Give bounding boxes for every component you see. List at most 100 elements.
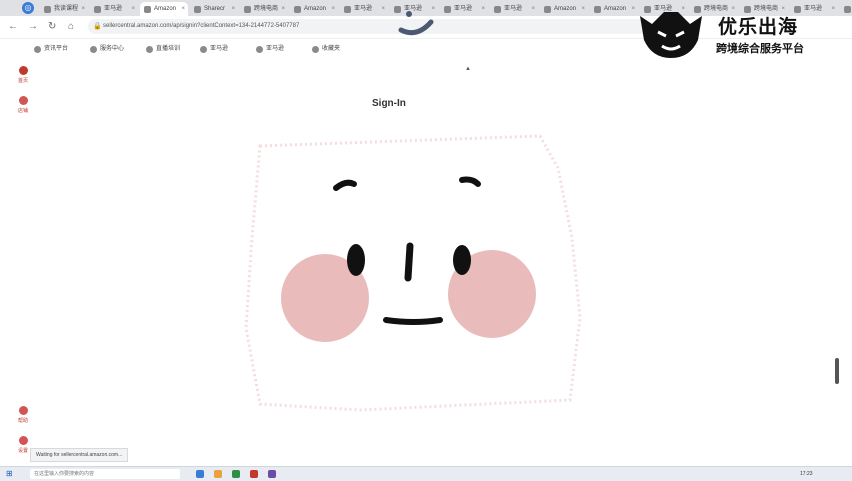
tab-4[interactable]: 跨境电商 × bbox=[240, 2, 288, 16]
os-taskbar: ⊞ 在这里输入你要搜索的内容 17:23 bbox=[0, 466, 852, 481]
bookmark-favicon-icon bbox=[256, 46, 263, 53]
bookmark-favicon-icon bbox=[34, 46, 41, 53]
bookmark-favicon-icon bbox=[200, 46, 207, 53]
lock-icon: 🔒 bbox=[93, 23, 102, 30]
tab-close-icon[interactable]: × bbox=[531, 2, 535, 16]
app-taskbar-icon[interactable] bbox=[250, 470, 258, 478]
tab-label: 亚马逊 bbox=[804, 6, 823, 12]
scrollbar-thumb[interactable] bbox=[835, 358, 839, 384]
tab-favicon-icon bbox=[94, 6, 101, 13]
bookmark-label: 资讯平台 bbox=[44, 46, 69, 52]
tab-close-icon[interactable]: × bbox=[781, 2, 785, 16]
tab-3[interactable]: Sharecr × bbox=[190, 2, 238, 16]
tab-label: 亚马逊 bbox=[504, 6, 523, 12]
tab-14[interactable]: 跨境电商 × bbox=[740, 2, 788, 16]
tab-close-icon[interactable]: × bbox=[81, 2, 85, 16]
page-content: ▲ Sign-In bbox=[0, 58, 852, 460]
tab-close-icon[interactable]: × bbox=[181, 2, 185, 16]
tab-9[interactable]: 亚马逊 × bbox=[490, 2, 538, 16]
tab-label: Amazon bbox=[154, 6, 177, 12]
bookmark-item[interactable]: 亚马逊 bbox=[200, 44, 228, 54]
tab-favicon-icon bbox=[244, 6, 251, 13]
status-bubble: Waiting for sellercentral.amazon.com... bbox=[30, 448, 129, 462]
bookmark-label: 收藏夹 bbox=[322, 46, 341, 52]
tab-label: Amazon bbox=[554, 6, 577, 12]
tab-label: Sharecr bbox=[204, 6, 226, 12]
browser-taskbar-icon[interactable] bbox=[232, 470, 240, 478]
tab-close-icon[interactable]: × bbox=[331, 2, 335, 16]
tab-close-icon[interactable]: × bbox=[381, 2, 385, 16]
left-eye bbox=[347, 244, 365, 276]
tab-favicon-icon bbox=[594, 6, 601, 13]
tab-15[interactable]: 亚马逊 × bbox=[790, 2, 838, 16]
brand-subtitle: 跨境综合服务平台 bbox=[716, 43, 804, 55]
bookmark-item[interactable]: 收藏夹 bbox=[312, 44, 340, 54]
system-clock: 17:23 bbox=[800, 471, 813, 477]
bookmark-item[interactable]: 亚马逊 bbox=[256, 44, 284, 54]
file-explorer-icon[interactable] bbox=[214, 470, 222, 478]
bookmark-label: 亚马逊 bbox=[210, 46, 229, 52]
tab-label: Amazon bbox=[604, 6, 627, 12]
tab-close-icon[interactable]: × bbox=[831, 2, 835, 16]
browser-logo-icon[interactable]: ◎ bbox=[22, 2, 34, 14]
tab-close-icon[interactable]: × bbox=[581, 2, 585, 16]
tab-favicon-icon bbox=[544, 6, 551, 13]
bookmark-favicon-icon bbox=[90, 46, 97, 53]
tab-favicon-icon bbox=[344, 6, 351, 13]
tab-close-icon[interactable]: × bbox=[481, 2, 485, 16]
page-title: Sign-In bbox=[372, 98, 406, 109]
tab-10[interactable]: Amazon × bbox=[540, 2, 588, 16]
back-icon[interactable]: ← bbox=[8, 21, 18, 33]
bookmark-label: 亚马逊 bbox=[266, 46, 285, 52]
tab-5[interactable]: Amazon × bbox=[290, 2, 338, 16]
face-overlay-sticker bbox=[244, 134, 582, 412]
tab-16[interactable]: 亚马逊× bbox=[840, 2, 852, 16]
tab-0[interactable]: 我读课程 × bbox=[40, 2, 88, 16]
tab-8[interactable]: 亚马逊 × bbox=[440, 2, 488, 16]
tab-11[interactable]: Amazon × bbox=[590, 2, 638, 16]
tab-favicon-icon bbox=[844, 6, 851, 13]
tab-favicon-icon bbox=[744, 6, 751, 13]
tab-close-icon[interactable]: × bbox=[731, 2, 735, 16]
bookmark-item[interactable]: 服务中心 bbox=[90, 44, 124, 54]
tab-close-icon[interactable]: × bbox=[281, 2, 285, 16]
url-text: sellercentral.amazon.com/ap/signin?clien… bbox=[103, 23, 300, 29]
bookmark-item[interactable]: 资讯平台 bbox=[34, 44, 68, 54]
tab-favicon-icon bbox=[144, 6, 151, 13]
taskbar-search-input[interactable]: 在这里输入你要搜索的内容 bbox=[30, 469, 180, 479]
forward-icon[interactable]: → bbox=[28, 21, 38, 33]
tab-1[interactable]: 亚马逊 × bbox=[90, 2, 138, 16]
app-taskbar-icon-2[interactable] bbox=[268, 470, 276, 478]
tab-label: 跨境电商 bbox=[754, 6, 779, 12]
tab-favicon-icon bbox=[294, 6, 301, 13]
bookmark-item[interactable]: 直播培训 bbox=[146, 44, 180, 54]
right-eye bbox=[453, 245, 471, 275]
lion-mascot-logo bbox=[640, 12, 702, 58]
tab-favicon-icon bbox=[444, 6, 451, 13]
tab-label: 跨境电商 bbox=[254, 6, 279, 12]
tab-favicon-icon bbox=[494, 6, 501, 13]
tab-label: Amazon bbox=[304, 6, 327, 12]
tab-close-icon[interactable]: × bbox=[131, 2, 135, 16]
nose bbox=[404, 242, 414, 282]
tab-2[interactable]: Amazon × bbox=[140, 2, 188, 16]
reload-icon[interactable]: ↻ bbox=[48, 21, 56, 33]
tab-label: 亚马逊 bbox=[354, 6, 373, 12]
bookmark-favicon-icon bbox=[312, 46, 319, 53]
tab-favicon-icon bbox=[794, 6, 801, 13]
address-bar[interactable]: 🔒 sellercentral.amazon.com/ap/signin?cli… bbox=[88, 19, 648, 34]
windows-start-icon[interactable]: ⊞ bbox=[6, 469, 13, 479]
home-icon[interactable]: ⌂ bbox=[68, 21, 74, 33]
smile-doodle bbox=[398, 11, 434, 36]
tab-favicon-icon bbox=[44, 6, 51, 13]
tab-label: 我读课程 bbox=[54, 6, 79, 12]
task-view-icon[interactable] bbox=[196, 470, 204, 478]
brand-name: 优乐出海 bbox=[718, 17, 799, 38]
bookmark-favicon-icon bbox=[146, 46, 153, 53]
tab-label: 亚马逊 bbox=[104, 6, 123, 12]
tab-label: 亚马逊 bbox=[454, 6, 473, 12]
tab-close-icon[interactable]: × bbox=[231, 2, 235, 16]
mouth bbox=[383, 317, 443, 325]
tab-favicon-icon bbox=[194, 6, 201, 13]
tab-6[interactable]: 亚马逊 × bbox=[340, 2, 388, 16]
